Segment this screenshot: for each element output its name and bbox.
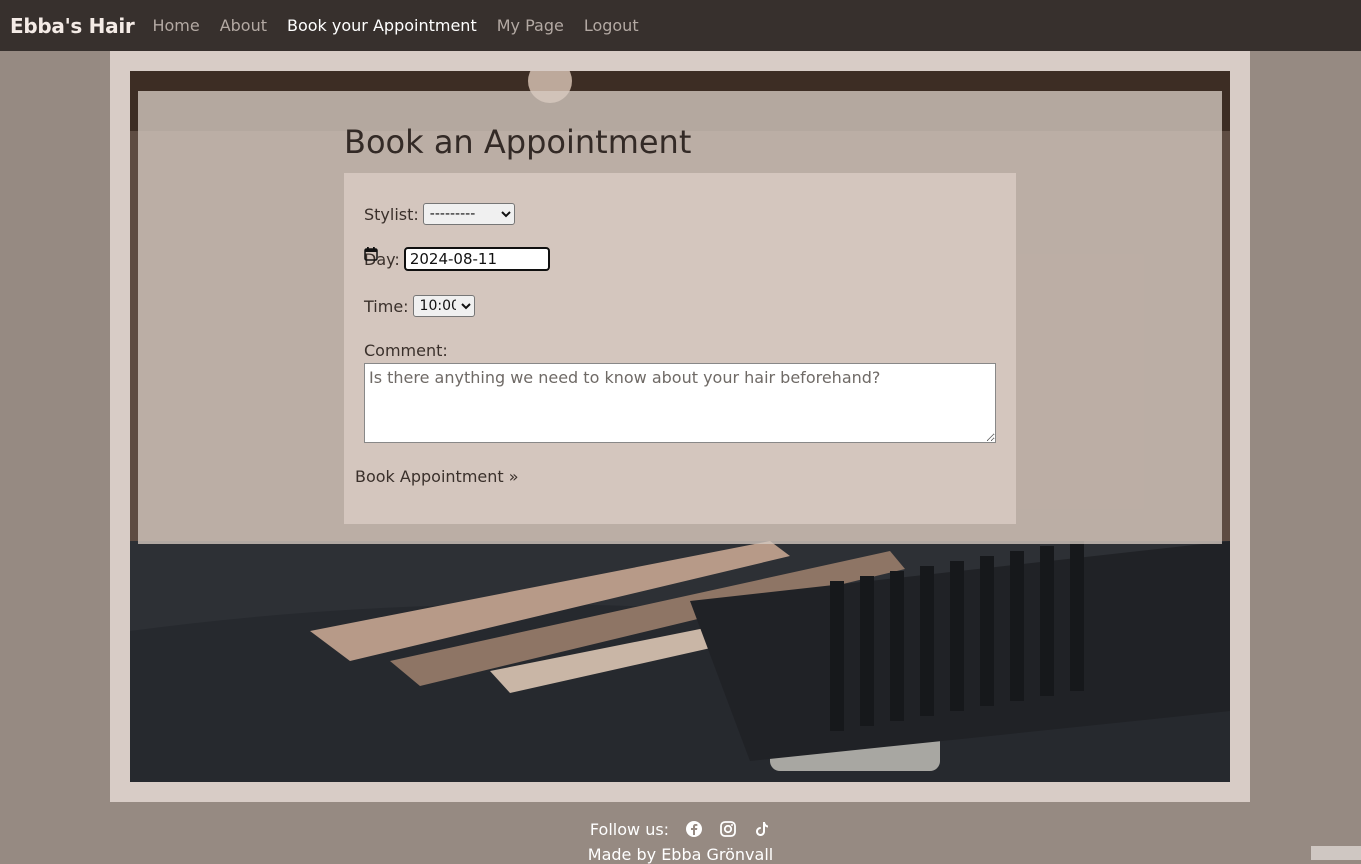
time-label: Time: [364, 296, 409, 316]
nav-logout[interactable]: Logout [584, 16, 639, 35]
stylist-label: Stylist: [364, 204, 419, 224]
content-frame: Book an Appointment Stylist: --------- D… [110, 51, 1250, 802]
footer: Follow us: Made by Ebba Grönvall [0, 815, 1361, 864]
facebook-icon[interactable] [685, 820, 703, 838]
comment-row: Comment: [364, 341, 452, 360]
calendar-icon[interactable] [364, 247, 378, 261]
tiktok-icon[interactable] [753, 820, 771, 838]
stylist-select[interactable]: --------- [422, 203, 515, 225]
day-row: Day: 2024-08-11 [364, 247, 550, 271]
stylist-row: Stylist: --------- [364, 203, 515, 225]
comment-label: Comment: [364, 341, 448, 360]
time-select[interactable]: 10:00 [412, 295, 475, 317]
nav-my-page[interactable]: My Page [497, 16, 564, 35]
day-date-input[interactable]: 2024-08-11 [364, 247, 550, 271]
hero-background-image: Book an Appointment Stylist: --------- D… [130, 71, 1230, 782]
form-overlay-panel: Book an Appointment Stylist: --------- D… [138, 91, 1222, 544]
nav-home[interactable]: Home [152, 16, 199, 35]
book-appointment-button[interactable]: Book Appointment » [355, 467, 519, 486]
brand-logo[interactable]: Ebba's Hair [10, 14, 135, 38]
follow-label: Follow us: [589, 819, 670, 839]
comment-textarea[interactable] [364, 363, 996, 443]
navbar: Ebba's Hair Home About Book your Appoint… [0, 0, 1361, 51]
social-links: Follow us: [0, 815, 1361, 843]
day-value: 2024-08-11 [409, 250, 498, 268]
made-by-text: Made by Ebba Grönvall [587, 845, 774, 864]
time-row: Time: 10:00 [364, 295, 475, 317]
page-title: Book an Appointment [344, 123, 692, 161]
corner-overlay [1311, 846, 1361, 860]
instagram-icon[interactable] [719, 820, 737, 838]
appointment-form: Stylist: --------- Day: 2024-08-11 Time:… [344, 173, 1016, 524]
nav-about[interactable]: About [220, 16, 267, 35]
nav-book-appointment[interactable]: Book your Appointment [287, 16, 477, 35]
